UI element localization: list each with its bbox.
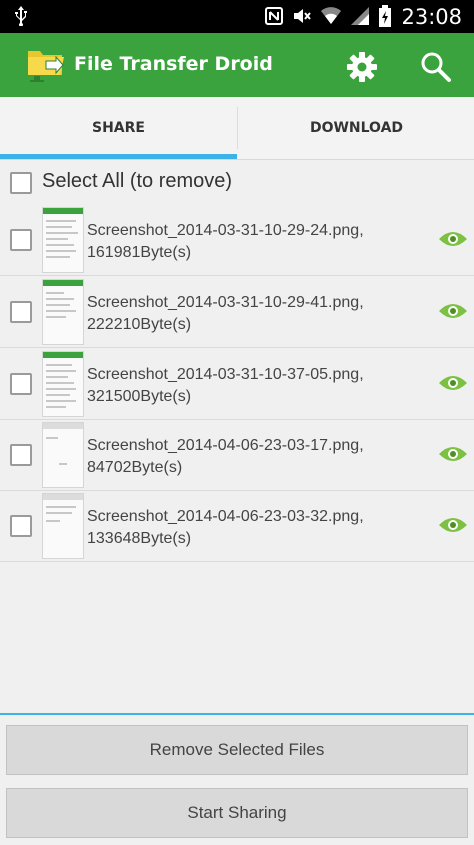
gear-icon[interactable] <box>344 49 380 90</box>
remove-selected-files-button[interactable]: Remove Selected Files <box>6 725 468 775</box>
eye-icon[interactable] <box>438 443 468 470</box>
status-bar: 23:08 <box>0 0 474 33</box>
file-size: 161981Byte(s) <box>87 244 192 261</box>
tab-bar: SHARE DOWNLOAD <box>0 97 474 160</box>
file-info: Screenshot_2014-03-31-10-37-05.png, 3215… <box>87 364 437 408</box>
search-icon[interactable] <box>418 49 454 90</box>
list-item[interactable]: Screenshot_2014-03-31-10-29-24.png, 1619… <box>0 204 474 276</box>
file-info: Screenshot_2014-04-06-23-03-32.png, 1336… <box>87 506 437 550</box>
file-thumbnail <box>42 422 84 488</box>
file-name: Screenshot_2014-03-31-10-29-41.png, <box>87 294 364 311</box>
eye-icon[interactable] <box>438 300 468 327</box>
eye-icon[interactable] <box>438 372 468 399</box>
file-size: 133648Byte(s) <box>87 530 192 547</box>
file-checkbox[interactable] <box>10 515 32 537</box>
file-info: Screenshot_2014-03-31-10-29-41.png, 2222… <box>87 292 437 336</box>
file-checkbox[interactable] <box>10 444 32 466</box>
select-all-row[interactable]: Select All (to remove) <box>0 160 474 204</box>
file-thumbnail <box>42 493 84 559</box>
signal-icon <box>350 6 370 31</box>
select-all-label: Select All (to remove) <box>42 170 233 192</box>
file-name: Screenshot_2014-03-31-10-37-05.png, <box>87 366 364 383</box>
tab-download[interactable]: DOWNLOAD <box>237 107 474 149</box>
file-checkbox[interactable] <box>10 373 32 395</box>
action-bar: File Transfer Droid <box>0 33 474 97</box>
eye-icon[interactable] <box>438 514 468 541</box>
file-thumbnail <box>42 351 84 417</box>
clock: 23:08 <box>401 5 462 29</box>
file-name: Screenshot_2014-04-06-23-03-32.png, <box>87 508 364 525</box>
file-info: Screenshot_2014-04-06-23-03-17.png, 8470… <box>87 435 437 479</box>
file-thumbnail <box>42 279 84 345</box>
tab-selected-indicator <box>0 154 237 159</box>
nfc-icon <box>264 6 284 31</box>
file-thumbnail <box>42 207 84 273</box>
select-all-checkbox[interactable] <box>10 172 32 194</box>
eye-icon[interactable] <box>438 228 468 255</box>
start-sharing-button[interactable]: Start Sharing <box>6 788 468 838</box>
list-item[interactable]: Screenshot_2014-04-06-23-03-17.png, 8470… <box>0 419 474 491</box>
file-name: Screenshot_2014-03-31-10-29-24.png, <box>87 222 364 239</box>
file-checkbox[interactable] <box>10 229 32 251</box>
tab-share[interactable]: SHARE <box>0 97 237 159</box>
file-size: 321500Byte(s) <box>87 388 192 405</box>
file-info: Screenshot_2014-03-31-10-29-24.png, 1619… <box>87 220 437 264</box>
usb-icon <box>14 6 28 31</box>
list-item[interactable]: Screenshot_2014-03-31-10-29-41.png, 2222… <box>0 276 474 348</box>
file-checkbox[interactable] <box>10 301 32 323</box>
list-item[interactable]: Screenshot_2014-03-31-10-37-05.png, 3215… <box>0 348 474 420</box>
file-name: Screenshot_2014-04-06-23-03-17.png, <box>87 437 364 454</box>
mute-icon <box>292 6 312 31</box>
bottom-divider <box>0 713 474 715</box>
folder-transfer-logo-icon <box>26 45 66 88</box>
app-title: File Transfer Droid <box>74 53 273 75</box>
list-item[interactable]: Screenshot_2014-04-06-23-03-32.png, 1336… <box>0 490 474 562</box>
file-size: 222210Byte(s) <box>87 316 192 333</box>
battery-icon <box>378 5 392 32</box>
file-size: 84702Byte(s) <box>87 459 183 476</box>
wifi-icon <box>320 6 342 31</box>
